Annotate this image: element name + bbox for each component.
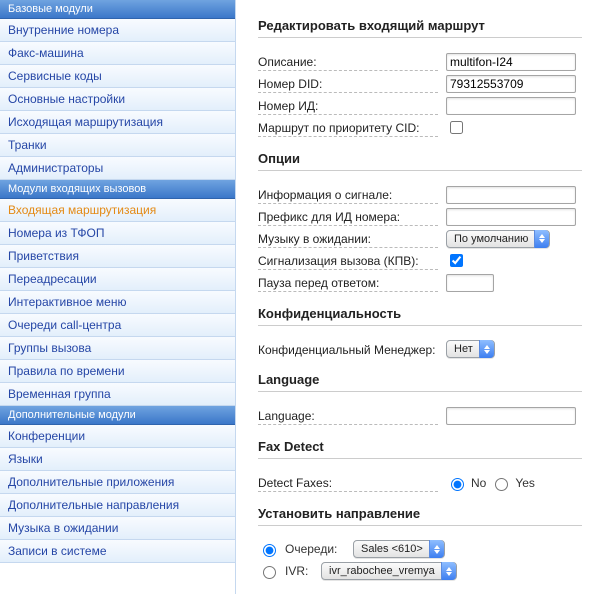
radio-dest-queues[interactable] — [263, 544, 276, 557]
select-dest-queues-value: Sales <610> — [361, 543, 423, 555]
select-privacy[interactable]: Нет — [446, 340, 495, 358]
checkbox-cid-priority[interactable] — [450, 121, 463, 134]
label-language: Language: — [258, 409, 438, 425]
select-dest-ivr[interactable]: ivr_rabochee_vremya — [321, 562, 457, 580]
section-title-destination: Установить направление — [258, 506, 582, 526]
sidebar-item-time-conditions[interactable]: Правила по времени — [0, 360, 235, 383]
sidebar-item-administrators[interactable]: Администраторы — [0, 157, 235, 180]
label-pause: Пауза перед ответом: — [258, 276, 438, 292]
select-moh-value: По умолчанию — [454, 233, 528, 245]
section-title-options: Опции — [258, 151, 582, 171]
input-pause[interactable] — [446, 274, 494, 292]
radio-dest-ivr[interactable] — [263, 566, 276, 579]
sidebar-item-fax-machine[interactable]: Факс-машина — [0, 42, 235, 65]
label-cid-priority: Маршрут по приоритету CID: — [258, 121, 438, 137]
sidebar-header-inbound: Модули входящих вызовов — [0, 180, 235, 199]
select-dest-queues[interactable]: Sales <610> — [353, 540, 445, 558]
chevron-up-down-icon — [441, 562, 456, 580]
select-dest-ivr-value: ivr_rabochee_vremya — [329, 565, 435, 577]
input-cid-prefix[interactable] — [446, 208, 576, 226]
section-title-language: Language — [258, 372, 582, 392]
sidebar-item-additional-apps[interactable]: Дополнительные приложения — [0, 471, 235, 494]
input-description[interactable] — [446, 53, 576, 71]
sidebar-item-time-groups[interactable]: Временная группа — [0, 383, 235, 406]
input-alert-info[interactable] — [446, 186, 576, 204]
label-alert-info: Информация о сигнале: — [258, 188, 438, 204]
input-language[interactable] — [446, 407, 576, 425]
label-ringing: Сигнализация вызова (КПВ): — [258, 254, 438, 270]
label-dest-queues: Очереди: — [285, 542, 347, 556]
section-title-fax: Fax Detect — [258, 439, 582, 459]
select-moh[interactable]: По умолчанию — [446, 230, 550, 248]
label-cid-prefix: Префикс для ИД номера: — [258, 210, 438, 226]
input-cid[interactable] — [446, 97, 576, 115]
sidebar-item-greetings[interactable]: Приветствия — [0, 245, 235, 268]
section-title-privacy: Конфиденциальность — [258, 306, 582, 326]
sidebar-item-additional-destinations[interactable]: Дополнительные направления — [0, 494, 235, 517]
sidebar-header-basic: Базовые модули — [0, 0, 235, 19]
sidebar-item-languages[interactable]: Языки — [0, 448, 235, 471]
radio-fax-yes[interactable] — [495, 478, 508, 491]
label-dest-ivr: IVR: — [285, 564, 315, 578]
label-fax-detect: Detect Faxes: — [258, 476, 438, 492]
sidebar-item-main-settings[interactable]: Основные настройки — [0, 88, 235, 111]
sidebar-header-additional: Дополнительные модули — [0, 406, 235, 425]
main-content: Редактировать входящий маршрут Описание:… — [236, 0, 602, 594]
sidebar-item-conferences[interactable]: Конференции — [0, 425, 235, 448]
sidebar: Базовые модули Внутренние номера Факс-ма… — [0, 0, 236, 594]
sidebar-item-trunks[interactable]: Транки — [0, 134, 235, 157]
chevron-up-down-icon — [534, 230, 549, 248]
sidebar-item-system-recordings[interactable]: Записи в системе — [0, 540, 235, 563]
radio-fax-yes-label: Yes — [515, 476, 535, 490]
sidebar-item-call-center-queues[interactable]: Очереди call-центра — [0, 314, 235, 337]
label-did: Номер DID: — [258, 77, 438, 93]
label-privacy: Конфиденциальный Менеджер: — [258, 343, 438, 357]
sidebar-item-service-codes[interactable]: Сервисные коды — [0, 65, 235, 88]
sidebar-item-inbound-routing[interactable]: Входящая маршрутизация — [0, 199, 235, 222]
sidebar-item-call-forwarding[interactable]: Переадресации — [0, 268, 235, 291]
chevron-up-down-icon — [429, 540, 444, 558]
label-cid: Номер ИД: — [258, 99, 438, 115]
input-did[interactable] — [446, 75, 576, 93]
sidebar-item-ivr-menu[interactable]: Интерактивное меню — [0, 291, 235, 314]
chevron-up-down-icon — [479, 340, 494, 358]
label-moh: Музыку в ожидании: — [258, 232, 438, 248]
sidebar-item-outbound-routing[interactable]: Исходящая маршрутизация — [0, 111, 235, 134]
sidebar-item-ring-groups[interactable]: Группы вызова — [0, 337, 235, 360]
checkbox-ringing[interactable] — [450, 254, 463, 267]
page-title: Редактировать входящий маршрут — [258, 18, 582, 38]
radio-fax-no[interactable] — [451, 478, 464, 491]
radio-fax-no-label: No — [471, 476, 486, 490]
sidebar-item-pstn-numbers[interactable]: Номера из ТФОП — [0, 222, 235, 245]
sidebar-item-internal-numbers[interactable]: Внутренние номера — [0, 19, 235, 42]
label-description: Описание: — [258, 55, 438, 71]
sidebar-item-music-on-hold[interactable]: Музыка в ожидании — [0, 517, 235, 540]
select-privacy-value: Нет — [454, 343, 473, 355]
